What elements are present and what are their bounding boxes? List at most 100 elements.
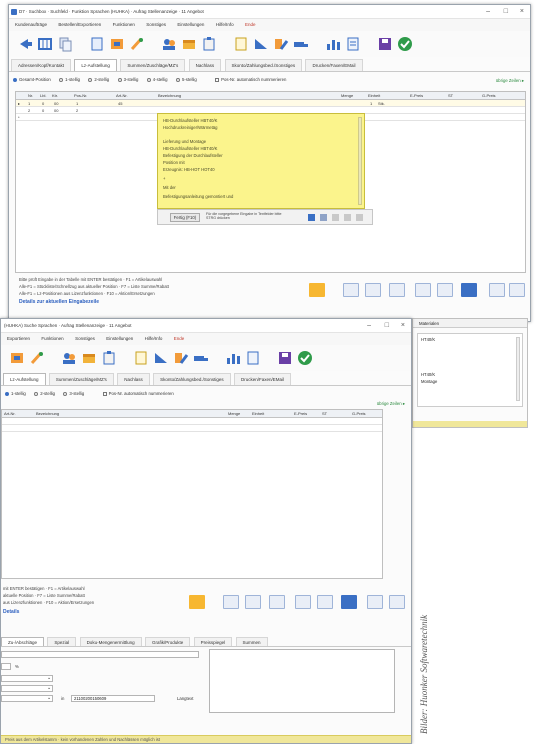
format-icon[interactable] <box>320 214 327 221</box>
option-3[interactable]: 3-stellig <box>63 391 84 396</box>
side-panel-text[interactable]: HT40/K HT40/K Montage <box>417 333 523 407</box>
col-desc[interactable]: Bezeichnung <box>158 93 181 98</box>
tab-terms[interactable]: Skonto/Zahlungsbed./Sonstiges <box>153 373 231 385</box>
menu-item[interactable]: Bestellen/Exportieren <box>58 22 101 27</box>
minimize-icon[interactable]: – <box>367 322 371 329</box>
tab-surcharges[interactable]: Zu-/Abschläge <box>1 637 45 646</box>
tab-sums[interactable]: Summen/Zuschläge/MZ's <box>48 373 114 385</box>
chevron-down-icon[interactable]: ⌄ <box>47 675 51 681</box>
confirm-icon[interactable] <box>397 36 413 52</box>
col-art[interactable]: Art-Nr. <box>4 411 16 416</box>
col-total[interactable]: G-Preis <box>352 411 366 416</box>
col-qty[interactable]: Menge <box>228 411 240 416</box>
move-button[interactable] <box>415 283 431 297</box>
confirm-icon[interactable] <box>297 350 313 366</box>
side-panel-scrollbar[interactable] <box>516 337 520 401</box>
tools-icon[interactable] <box>29 350 45 366</box>
catalog-icon[interactable] <box>109 36 125 52</box>
tab-terms[interactable]: Skonto/Zahlungsbed./Sonstiges <box>224 59 303 71</box>
catalog-icon[interactable] <box>9 350 25 366</box>
col-nr[interactable]: Nr. <box>28 93 33 98</box>
close-popup-icon[interactable] <box>356 214 363 221</box>
tab-print[interactable]: Drucken/Faxen/EMail <box>305 59 363 71</box>
notes-icon[interactable] <box>233 36 249 52</box>
users-icon[interactable] <box>161 36 177 52</box>
close-icon[interactable]: × <box>520 8 524 15</box>
description-popup[interactable]: HB-Durchlaufsteller HBT40/K Hochdruckrei… <box>157 113 365 209</box>
option-2[interactable]: 2-stellig <box>34 391 55 396</box>
clipboard-icon[interactable] <box>201 36 217 52</box>
move-button[interactable] <box>295 595 311 609</box>
col-unit[interactable]: Einheit <box>252 411 264 416</box>
tab-totals[interactable]: Summen <box>235 637 268 646</box>
back-icon[interactable] <box>17 36 33 52</box>
copy-button[interactable] <box>269 595 285 609</box>
chart-icon[interactable] <box>225 350 241 366</box>
option-5[interactable]: 5-stellig <box>175 77 197 82</box>
option-total[interactable]: Gesamt-Position <box>13 77 51 82</box>
maximize-icon[interactable]: □ <box>385 322 389 329</box>
chevron-down-icon[interactable]: ⌄ <box>47 685 51 691</box>
menu-item-exit[interactable]: Ende <box>174 336 185 341</box>
ruler-icon[interactable] <box>153 350 169 366</box>
col-desc[interactable]: Bezeichnung <box>36 411 59 416</box>
save-icon[interactable] <box>277 350 293 366</box>
tab-print[interactable]: Drucken/Faxen/EMail <box>234 373 292 385</box>
option-3[interactable]: 3-stellig <box>117 77 138 82</box>
box-icon[interactable] <box>181 36 197 52</box>
insert-button[interactable] <box>309 283 325 297</box>
percent-field[interactable] <box>1 663 11 670</box>
menu-item[interactable]: Kundenaufträge <box>15 22 47 27</box>
more-lines-link[interactable]: übrige Zeilen ▸ <box>496 78 524 84</box>
col-unit[interactable]: Einheit <box>368 93 380 98</box>
tab-price-mirror[interactable]: Preisspiegel <box>193 637 233 646</box>
table-button[interactable] <box>365 283 381 297</box>
copy-icon[interactable] <box>57 36 73 52</box>
select-field-2[interactable] <box>1 685 53 692</box>
tools-icon[interactable] <box>129 36 145 52</box>
export-button[interactable] <box>461 283 477 297</box>
table-row[interactable]: ▸ 1 0 00 1 45 1 Stk. <box>16 100 525 107</box>
col-lbl[interactable]: Lbl. <box>40 93 46 98</box>
tab-graphics[interactable]: Grafik/Produkte <box>144 637 191 646</box>
menu-item[interactable]: Funktionen <box>113 22 135 27</box>
tab-discount[interactable]: Nachlass <box>117 373 150 385</box>
menu-item-exit[interactable]: Ende <box>245 22 256 27</box>
option-1[interactable]: 1-stellig <box>59 77 80 82</box>
col-ktr[interactable]: Ktr. <box>52 93 58 98</box>
tab-sums[interactable]: Summen/Zuschläge/MZ's <box>120 59 186 71</box>
auto-number-checkbox[interactable]: Pos-Nr. automatisch nummerieren <box>215 77 286 82</box>
menu-item[interactable]: Funktionen <box>41 336 63 341</box>
tab-special[interactable]: Spezial <box>47 637 77 646</box>
long-text-field[interactable] <box>1 651 199 658</box>
maximize-icon[interactable]: □ <box>504 8 508 15</box>
notes-icon[interactable] <box>133 350 149 366</box>
tab-lz-aufstellung[interactable]: Lz-Aufstellung <box>74 59 117 71</box>
menu-item[interactable]: Sonstiges <box>146 22 166 27</box>
truck-icon[interactable] <box>193 350 209 366</box>
table-button[interactable] <box>245 595 261 609</box>
tab-address[interactable]: Adressen/Kopf/Kontakt <box>11 59 72 71</box>
table-row[interactable] <box>2 425 382 432</box>
box-icon[interactable] <box>81 350 97 366</box>
code-field[interactable]: 21100200150609 <box>71 695 155 702</box>
delete-button[interactable] <box>437 283 453 297</box>
option-1[interactable]: 1-stellig <box>5 391 26 396</box>
up-button[interactable] <box>489 283 505 297</box>
done-button[interactable]: Fertig (F10) <box>170 213 200 222</box>
menu-item[interactable]: Sonstiges <box>75 336 95 341</box>
edit-icon[interactable] <box>173 350 189 366</box>
save-icon[interactable] <box>377 36 393 52</box>
chart-icon[interactable] <box>325 36 341 52</box>
grid-icon[interactable] <box>37 36 53 52</box>
col-total[interactable]: G-Preis <box>482 93 496 98</box>
option-4[interactable]: 4-stellig <box>146 77 168 82</box>
table-row[interactable] <box>2 418 382 425</box>
document-icon[interactable] <box>89 36 105 52</box>
list-icon[interactable] <box>345 36 361 52</box>
delete-button[interactable] <box>317 595 333 609</box>
tab-quantity[interactable]: Doku-Mengenermittlung <box>79 637 142 646</box>
edit-icon[interactable] <box>273 36 289 52</box>
langtext-area[interactable] <box>209 649 395 713</box>
catalog-button[interactable] <box>223 595 239 609</box>
